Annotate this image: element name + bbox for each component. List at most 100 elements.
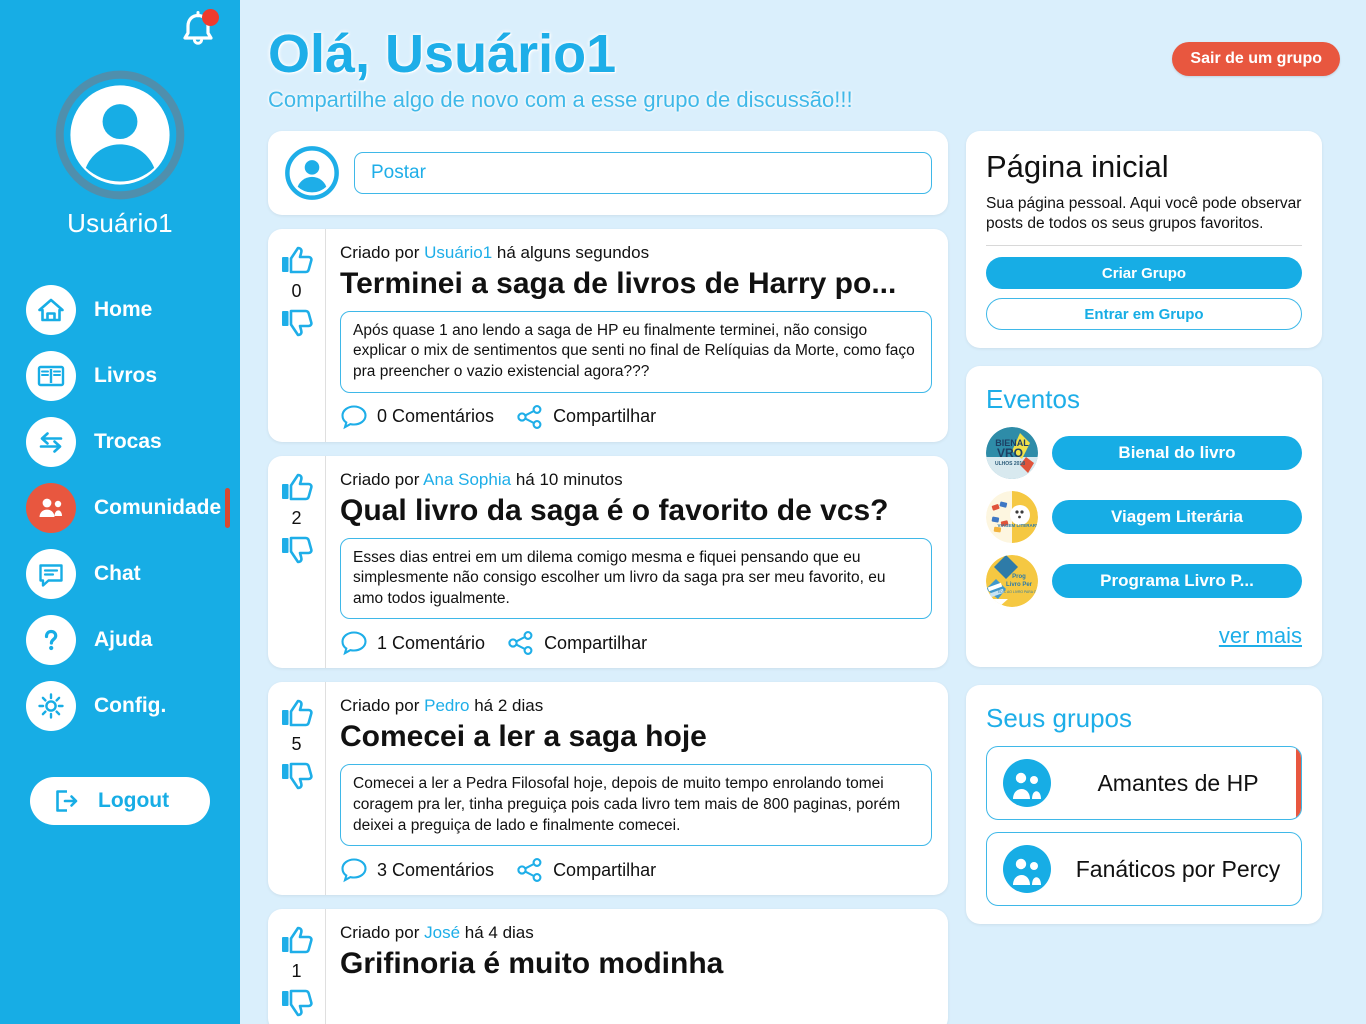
logout-label: Logout <box>98 789 170 812</box>
share-button[interactable]: Compartilhar <box>516 404 656 430</box>
post-title[interactable]: Comecei a ler a saga hoje <box>340 720 932 754</box>
see-more-link[interactable]: ver mais <box>986 623 1302 649</box>
event-row: Prog Livro Per EDIC AO LIVRO PARA O PE P… <box>986 555 1302 608</box>
logout-icon <box>56 790 78 812</box>
event-button[interactable]: Viagem Literária <box>1052 500 1302 535</box>
post-author[interactable]: Usuário1 <box>424 243 492 262</box>
comments-count: 0 Comentários <box>377 406 495 427</box>
post-title[interactable]: Terminei a saga de livros de Harry po... <box>340 267 932 301</box>
sidebar-item-ajuda[interactable]: Ajuda <box>0 607 240 673</box>
thumbs-up-icon[interactable] <box>280 925 314 957</box>
post-author[interactable]: Ana Sophia <box>423 470 511 489</box>
post-time: há alguns segundos <box>496 242 650 262</box>
groups-card-title: Seus grupos <box>986 703 1132 734</box>
post-body: Criado por Usuário1 há alguns segundos T… <box>326 229 948 442</box>
join-group-button[interactable]: Entrar em Grupo <box>986 298 1302 331</box>
thumbs-down-icon[interactable] <box>280 759 314 791</box>
vote-count: 1 <box>291 961 302 982</box>
thumbs-down-icon[interactable] <box>280 986 314 1018</box>
thumbs-up-icon[interactable] <box>280 698 314 730</box>
comments-button[interactable]: 1 Comentário <box>340 630 485 656</box>
sidebar-item-livros[interactable]: Livros <box>0 343 240 409</box>
home-icon <box>26 285 76 335</box>
share-icon <box>508 631 533 656</box>
comments-button[interactable]: 0 Comentários <box>340 404 494 430</box>
post-title[interactable]: Grifinoria é muito modinha <box>340 947 932 981</box>
create-group-button[interactable]: Criar Grupo <box>986 257 1302 290</box>
group-item-fanaticos-por-percy[interactable]: Fanáticos por Percy <box>986 832 1302 907</box>
sidebar-item-chat[interactable]: Chat <box>0 541 240 607</box>
sidebar-item-label: Chat <box>94 562 141 585</box>
post-actions: 3 Comentários Compartilhar <box>340 857 932 883</box>
sidebar-item-config[interactable]: Config. <box>0 673 240 739</box>
post-text: Esses dias entrei em um dilema comigo me… <box>340 537 932 620</box>
group-item-amantes-de-hp[interactable]: Amantes de HP <box>986 746 1302 821</box>
thumbs-down-icon[interactable] <box>280 306 314 338</box>
app-root: Usuário1 Home Livros Trocas Comunidade C… <box>0 0 1366 1024</box>
share-icon <box>517 404 542 429</box>
sidebar-user-name: Usuário1 <box>67 208 173 238</box>
logout-button[interactable]: Logout <box>30 777 210 825</box>
event-row: VIAGEM LITERARIA Viagem Literária <box>986 491 1302 544</box>
sidebar-item-comunidade[interactable]: Comunidade <box>0 475 240 541</box>
programa-livro-thumb[interactable]: Prog Livro Per EDIC AO LIVRO PARA O PE <box>986 555 1038 608</box>
sidebar-item-home[interactable]: Home <box>0 277 240 343</box>
comments-count: 1 Comentário <box>377 632 486 653</box>
post-time: há 4 dias <box>464 923 534 943</box>
post-input[interactable] <box>354 151 932 194</box>
thumbs-up-icon[interactable] <box>280 472 314 504</box>
exchange-icon <box>26 417 76 467</box>
group-name: Amantes de HP <box>1097 770 1259 797</box>
created-by-prefix: Criado por <box>340 923 420 943</box>
post-card: 1 Criado por José há 4 dias Grifinoria é… <box>268 909 948 1024</box>
post-meta: Criado por Usuário1 há alguns segundos <box>340 243 932 263</box>
events-card-title: Eventos <box>986 384 1080 415</box>
sidebar-item-label: Ajuda <box>94 628 153 651</box>
page-header: Olá, Usuário1 Compartilhe algo de novo c… <box>268 0 1340 113</box>
event-button[interactable]: Programa Livro P... <box>1052 564 1302 599</box>
post-title[interactable]: Qual livro da saga é o favorito de vcs? <box>340 494 932 528</box>
post-meta: Criado por José há 4 dias <box>340 923 932 943</box>
sidebar-item-label: Livros <box>94 364 158 387</box>
svg-text:ULHOS 2018: ULHOS 2018 <box>995 461 1025 467</box>
book-icon <box>26 351 76 401</box>
share-button[interactable]: Compartilhar <box>516 857 656 883</box>
thumbs-down-icon[interactable] <box>280 533 314 565</box>
leave-group-button[interactable]: Sair de um grupo <box>1172 42 1340 76</box>
sidebar: Usuário1 Home Livros Trocas Comunidade C… <box>0 0 240 1024</box>
created-by-prefix: Criado por <box>340 242 420 262</box>
sidebar-item-label: Home <box>94 298 153 321</box>
thumbs-up-icon[interactable] <box>280 245 314 277</box>
post-card: 0 Criado por Usuário1 há alguns segundos… <box>268 228 948 442</box>
chat-icon <box>26 549 76 599</box>
comment-icon <box>341 631 367 656</box>
share-label: Compartilhar <box>553 406 657 427</box>
vote-column: 0 <box>268 228 326 442</box>
viagem-literaria-thumb[interactable]: VIAGEM LITERARIA <box>986 491 1038 544</box>
home-card: Página inicial Sua página pessoal. Aqui … <box>966 130 1322 349</box>
page-title: Olá, Usuário1 <box>268 24 617 84</box>
group-people-icon <box>1003 845 1051 894</box>
sidebar-item-label: Comunidade <box>94 496 222 519</box>
post-body: Criado por Ana Sophia há 10 minutos Qual… <box>326 456 948 669</box>
share-label: Compartilhar <box>544 632 648 653</box>
created-by-prefix: Criado por <box>340 696 420 716</box>
help-icon <box>26 615 76 665</box>
gear-icon <box>26 681 76 731</box>
share-button[interactable]: Compartilhar <box>507 630 647 656</box>
sidebar-item-trocas[interactable]: Trocas <box>0 409 240 475</box>
event-row: BIENAL VRO ULHOS 2018 Bienal do livro <box>986 427 1302 480</box>
group-name: Fanáticos por Percy <box>1075 856 1281 883</box>
notification-bell-button[interactable] <box>178 8 219 50</box>
post-meta: Criado por Pedro há 2 dias <box>340 696 932 716</box>
post-author[interactable]: Pedro <box>424 696 469 715</box>
post-author[interactable]: José <box>424 923 460 942</box>
comments-button[interactable]: 3 Comentários <box>340 857 494 883</box>
event-button[interactable]: Bienal do livro <box>1052 436 1302 471</box>
post-text: Comecei a ler a Pedra Filosofal hoje, de… <box>340 764 932 847</box>
page-subtitle: Compartilhe algo de novo com a esse grup… <box>268 86 853 112</box>
right-rail: Página inicial Sua página pessoal. Aqui … <box>966 130 1322 925</box>
bienal-do-livro-thumb[interactable]: BIENAL VRO ULHOS 2018 <box>986 427 1038 480</box>
post-meta: Criado por Ana Sophia há 10 minutos <box>340 470 932 490</box>
vote-count: 5 <box>291 734 302 755</box>
